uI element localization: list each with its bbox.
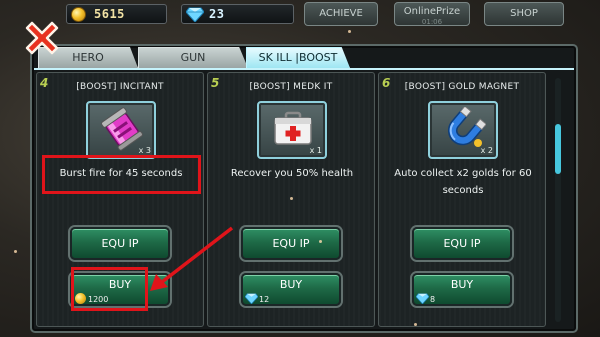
- equip-button[interactable]: EQU IP: [412, 227, 512, 260]
- item-icon-frame: x 2: [428, 101, 498, 159]
- top-bar: 5615 23 ACHIEVE OnlinePrize 01:06 SHOP: [0, 0, 600, 28]
- online-prize-timer: 01:06: [421, 18, 443, 26]
- item-icon-frame: x 3: [86, 101, 156, 159]
- tab-bar: HERO GUN SK ILL |BOOST: [34, 47, 574, 69]
- equip-button[interactable]: EQU IP: [70, 227, 170, 260]
- price-value: 8: [430, 295, 436, 304]
- item-description: Auto collect x2 golds for 60 seconds: [394, 168, 532, 196]
- shop-button[interactable]: SHOP: [484, 2, 564, 26]
- spark-particle: [319, 240, 322, 243]
- buy-label: BUY: [279, 278, 303, 291]
- buy-highlight-box: [71, 267, 148, 311]
- tab-underline: [34, 68, 574, 70]
- gold-coin-icon: [71, 7, 86, 22]
- card-title: [BOOST] GOLD MAGNET: [404, 82, 520, 92]
- price: 12: [243, 293, 339, 306]
- online-prize-button[interactable]: OnlinePrize 01:06: [394, 2, 470, 26]
- spark-particle: [348, 30, 351, 33]
- pink-canister-icon: [101, 107, 143, 151]
- gem-amount: 23: [209, 7, 225, 21]
- boost-card-gold-magnet: 6 [BOOST] GOLD MAGNET x 2 Auto collect x…: [378, 72, 546, 327]
- close-icon[interactable]: [23, 19, 61, 57]
- diamond-icon: [245, 293, 258, 304]
- spark-particle: [14, 250, 17, 253]
- diamond-icon: [416, 293, 429, 304]
- online-prize-label: OnlinePrize: [403, 6, 461, 17]
- item-quantity: x 3: [138, 146, 151, 155]
- medkit-icon: [274, 111, 312, 145]
- tab-gun[interactable]: GUN: [138, 47, 248, 68]
- buy-button[interactable]: BUY 12: [241, 273, 341, 306]
- tab-skill-boost[interactable]: SK ILL |BOOST: [246, 47, 350, 68]
- card-title: [BOOST] INCITANT: [76, 82, 164, 92]
- item-quantity: x 2: [480, 146, 493, 155]
- gold-counter: 5615: [66, 4, 167, 24]
- price-value: 12: [259, 295, 270, 304]
- spark-particle: [414, 323, 417, 326]
- achieve-button[interactable]: ACHIEVE: [304, 2, 378, 26]
- scrollbar-track[interactable]: [555, 78, 561, 322]
- gold-amount: 5615: [94, 7, 125, 21]
- description-highlight-box: [42, 155, 201, 194]
- item-quantity: x 1: [309, 146, 322, 155]
- buy-label: BUY: [450, 278, 474, 291]
- price: 8: [414, 293, 510, 306]
- equip-button[interactable]: EQU IP: [241, 227, 341, 260]
- gem-counter: 23: [181, 4, 294, 24]
- scrollbar-thumb[interactable]: [555, 124, 561, 174]
- item-description: Recover you 50% health: [230, 168, 354, 179]
- magnet-icon: [447, 107, 486, 147]
- item-icon-frame: x 1: [257, 101, 327, 159]
- buy-button[interactable]: BUY 8: [412, 273, 512, 306]
- card-title: [BOOST] MEDK IT: [249, 82, 333, 92]
- diamond-icon: [186, 7, 204, 22]
- spark-particle: [290, 197, 293, 200]
